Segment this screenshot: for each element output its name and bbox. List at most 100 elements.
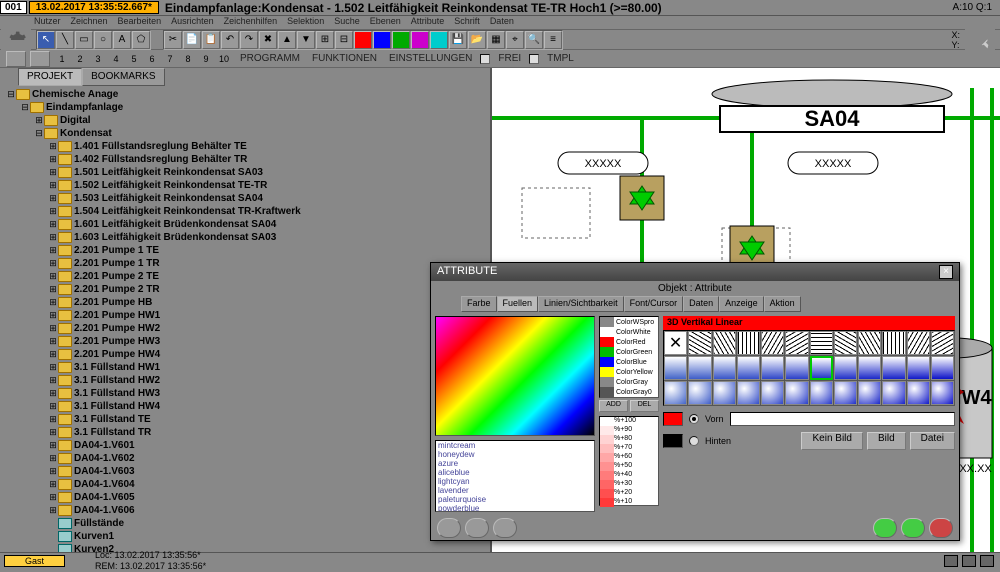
tree-item[interactable]: ⊞2.201 Pumpe HB — [2, 296, 488, 309]
tree-item[interactable]: ⊞DA04-1.V601 — [2, 439, 488, 452]
dlg-tab-fuellen[interactable]: Fuellen — [497, 296, 539, 312]
tree-item[interactable]: ⊞1.402 Füllstandsreglung Behälter TR — [2, 153, 488, 166]
pattern-cell[interactable] — [688, 356, 711, 380]
pattern-cell[interactable] — [761, 331, 784, 355]
menu-nutzer[interactable]: Nutzer — [30, 16, 65, 29]
dialog-close-icon[interactable]: × — [939, 265, 953, 279]
label-programm[interactable]: PROGRAMM — [236, 53, 304, 64]
tree-item[interactable]: ⊞3.1 Füllstand HW1 — [2, 361, 488, 374]
tool-ungroup[interactable]: ⊟ — [335, 31, 353, 49]
menu-daten[interactable]: Daten — [486, 16, 518, 29]
tree-item[interactable]: ⊞1.503 Leitfähigkeit Reinkondensat SA04 — [2, 192, 488, 205]
status-icon-3[interactable] — [980, 555, 994, 567]
tool-line[interactable]: ╲ — [56, 31, 74, 49]
pattern-cell[interactable] — [931, 356, 954, 380]
pattern-cell[interactable] — [858, 331, 881, 355]
tool-front[interactable]: ▲ — [278, 31, 296, 49]
tree-item[interactable]: ⊞1.502 Leitfähigkeit Reinkondensat TE-TR — [2, 179, 488, 192]
tree-item[interactable]: ⊞DA04-1.V604 — [2, 478, 488, 491]
tool-save[interactable]: 💾 — [449, 31, 467, 49]
tree-item[interactable]: ⊞2.201 Pumpe 2 TE — [2, 270, 488, 283]
tree-item[interactable]: ⊞2.201 Pumpe HW4 — [2, 348, 488, 361]
tree-item[interactable]: ⊞DA04-1.V605 — [2, 491, 488, 504]
status-icon-2[interactable] — [962, 555, 976, 567]
tab-projekt[interactable]: PROJEKT — [18, 68, 82, 86]
pattern-cell[interactable] — [907, 356, 930, 380]
pattern-cell[interactable]: ✕ — [664, 331, 687, 355]
btn-bild[interactable]: Bild — [867, 432, 906, 450]
tree-item[interactable]: ⊟Eindampfanlage — [2, 101, 488, 114]
tree-item[interactable]: ⊞3.1 Füllstand HW2 — [2, 374, 488, 387]
tree-item[interactable]: ⊞1.501 Leitfähigkeit Reinkondensat SA03 — [2, 166, 488, 179]
label-funktionen[interactable]: FUNKTIONEN — [308, 53, 381, 64]
pattern-cell[interactable] — [785, 381, 808, 405]
tree-item[interactable]: ⊞3.1 Füllstand TE — [2, 413, 488, 426]
dlg-apply[interactable] — [873, 518, 897, 538]
pattern-grid[interactable]: ✕ — [663, 330, 955, 406]
dlg-cancel[interactable] — [929, 518, 953, 538]
label-einstellungen[interactable]: EINSTELLUNGEN — [385, 53, 476, 64]
tool-cut[interactable]: ✂ — [164, 31, 182, 49]
menu-zeichenhilfen[interactable]: Zeichenhilfen — [220, 16, 282, 29]
tree-item[interactable]: Füllstände — [2, 517, 488, 530]
tool-grid[interactable]: ▦ — [487, 31, 505, 49]
checkbox-frei[interactable] — [480, 54, 490, 64]
tree-item[interactable]: ⊞1.504 Leitfähigkeit Reinkondensat TR-Kr… — [2, 205, 488, 218]
pattern-cell[interactable] — [810, 381, 833, 405]
pattern-cell[interactable] — [858, 356, 881, 380]
pattern-cell[interactable] — [688, 381, 711, 405]
tool-fill-cyan[interactable] — [430, 31, 448, 49]
pattern-cell[interactable] — [834, 381, 857, 405]
history-slot-9[interactable]: 9 — [198, 52, 214, 66]
tree-item[interactable]: ⊞Digital — [2, 114, 488, 127]
pattern-cell[interactable] — [761, 381, 784, 405]
tool-open[interactable]: 📂 — [468, 31, 486, 49]
tree-item[interactable]: ⊞2.201 Pumpe 1 TE — [2, 244, 488, 257]
btn-kein-bild[interactable]: Kein Bild — [801, 432, 862, 450]
tool-fill-red[interactable] — [354, 31, 372, 49]
history-slot-7[interactable]: 7 — [162, 52, 178, 66]
tool-fill-green[interactable] — [392, 31, 410, 49]
tool-text[interactable]: A — [113, 31, 131, 49]
pattern-cell[interactable] — [713, 381, 736, 405]
nav-back[interactable] — [6, 51, 26, 67]
btn-del-color[interactable]: DEL — [630, 400, 659, 412]
tree-item[interactable]: ⊟Chemische Anage — [2, 88, 488, 101]
history-slot-5[interactable]: 5 — [126, 52, 142, 66]
image-path-input[interactable] — [730, 412, 955, 426]
pattern-cell[interactable] — [761, 356, 784, 380]
tool-snap[interactable]: ⌖ — [506, 31, 524, 49]
pattern-cell[interactable] — [810, 356, 833, 380]
tree-item[interactable]: ⊞1.603 Leitfähigkeit Brüdenkondensat SA0… — [2, 231, 488, 244]
tool-paste[interactable]: 📋 — [202, 31, 220, 49]
tree-item[interactable]: ⊞2.201 Pumpe 2 TR — [2, 283, 488, 296]
tree-item[interactable]: ⊞2.201 Pumpe HW2 — [2, 322, 488, 335]
pattern-cell[interactable] — [931, 381, 954, 405]
nav-fwd[interactable] — [30, 51, 50, 67]
tree-item[interactable]: ⊟Kondensat — [2, 127, 488, 140]
pattern-cell[interactable] — [882, 331, 905, 355]
tree-item[interactable]: ⊞1.601 Leitfähigkeit Brüdenkondensat SA0… — [2, 218, 488, 231]
btn-add-color[interactable]: ADD — [599, 400, 628, 412]
tool-delete[interactable]: ✖ — [259, 31, 277, 49]
tool-back[interactable]: ▼ — [297, 31, 315, 49]
history-slot-4[interactable]: 4 — [108, 52, 124, 66]
color-name-list[interactable]: mintcreamhoneydewazurealicebluelightcyan… — [435, 440, 595, 512]
tree-item[interactable]: ⊞3.1 Füllstand TR — [2, 426, 488, 439]
pattern-cell[interactable] — [664, 356, 687, 380]
pattern-cell[interactable] — [907, 381, 930, 405]
tool-fill-magenta[interactable] — [411, 31, 429, 49]
pattern-cell[interactable] — [858, 381, 881, 405]
checkbox-tmpl[interactable] — [529, 54, 539, 64]
pattern-cell[interactable] — [664, 381, 687, 405]
pattern-cell[interactable] — [834, 331, 857, 355]
dlg-tab-anzeige[interactable]: Anzeige — [719, 296, 764, 312]
dlg-tab-daten[interactable]: Daten — [683, 296, 719, 312]
dlg-tab-linien[interactable]: Linien/Sichtbarkeit — [538, 296, 624, 312]
color-gradient-picker[interactable] — [435, 316, 595, 436]
pattern-cell[interactable] — [834, 356, 857, 380]
tool-group[interactable]: ⊞ — [316, 31, 334, 49]
pattern-cell[interactable] — [737, 356, 760, 380]
tree-item[interactable]: ⊞3.1 Füllstand HW3 — [2, 387, 488, 400]
pattern-cell[interactable] — [713, 331, 736, 355]
